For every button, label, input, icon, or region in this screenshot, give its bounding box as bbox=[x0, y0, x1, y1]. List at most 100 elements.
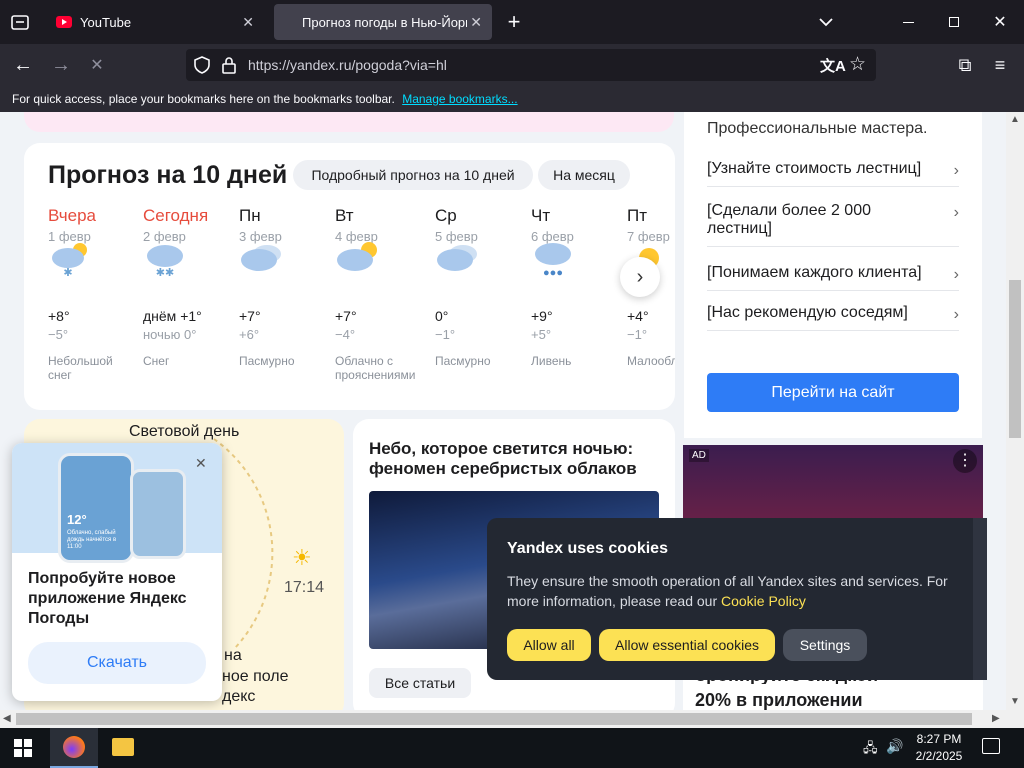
phone-mockup-back bbox=[130, 469, 186, 559]
allow-all-button[interactable]: Allow all bbox=[507, 629, 591, 661]
tab-overview-icon[interactable] bbox=[10, 12, 30, 32]
lock-icon[interactable] bbox=[222, 56, 236, 77]
close-icon[interactable]: ✕ bbox=[195, 455, 207, 472]
url-bar[interactable]: https://yandex.ru/pogoda?via=hl 文A ☆ bbox=[186, 49, 876, 81]
ad-link[interactable]: [Понимаем каждого клиента] › bbox=[707, 256, 959, 291]
horizontal-scrollbar[interactable]: ◀ ▶ bbox=[0, 710, 1024, 728]
close-window-icon[interactable]: ✕ bbox=[990, 12, 1010, 32]
tab-youtube[interactable]: YouTube ✕ bbox=[44, 4, 264, 40]
cookie-scrollbar[interactable] bbox=[973, 518, 987, 680]
day-condition: Малооблачно bbox=[627, 354, 675, 368]
new-tab-icon[interactable]: + bbox=[504, 9, 524, 34]
back-arrow-icon[interactable]: ← bbox=[12, 54, 34, 76]
all-articles-button[interactable]: Все статьи bbox=[369, 668, 471, 698]
clock-date: 2/2/2025 bbox=[915, 749, 963, 763]
promo-text: Попробуйте новое приложение Яндекс Погод… bbox=[28, 570, 187, 627]
chevron-down-icon[interactable] bbox=[816, 12, 836, 32]
firefox-taskbar-icon[interactable] bbox=[50, 728, 98, 768]
file-explorer-icon[interactable] bbox=[112, 738, 134, 756]
day-name: Ср bbox=[435, 206, 457, 225]
svg-text:✱: ✱ bbox=[63, 267, 72, 279]
ad-link-text[interactable]: [Узнайте стоимость лестниц] bbox=[707, 160, 922, 178]
vertical-scrollbar[interactable]: ▲ ▼ bbox=[1006, 112, 1024, 710]
more-options-icon[interactable]: ⋮ bbox=[953, 449, 977, 473]
ad-link[interactable]: [Сделали более 2 000 лестниц] › bbox=[707, 194, 959, 247]
tab-weather-title: Прогноз погоды в Нью-Йорке bbox=[302, 14, 467, 30]
forecast-day[interactable]: Сегодня 2 февр ✱✱ днём +1° ночью 0° Снег bbox=[143, 206, 239, 368]
manage-bookmarks-link[interactable]: Manage bookmarks... bbox=[402, 92, 517, 106]
notifications-icon[interactable] bbox=[982, 738, 1000, 754]
day-low: −4° bbox=[335, 327, 356, 342]
tab-youtube-title: YouTube bbox=[80, 14, 132, 30]
ad-link-text[interactable]: [Сделали более 2 000 лестниц] bbox=[707, 202, 922, 238]
forecast-day[interactable]: Вчера 1 февр ✱ +8° −5° Небольшой снег bbox=[48, 206, 144, 382]
chevron-right-icon: › bbox=[953, 306, 959, 323]
day-condition: Небольшой снег bbox=[48, 354, 113, 382]
bookmark-star-icon[interactable]: ☆ bbox=[849, 53, 866, 76]
day-condition: Ливень bbox=[531, 354, 572, 368]
day-high: +4° bbox=[627, 308, 649, 324]
ad-link[interactable]: [Нас рекомендую соседям] › bbox=[707, 296, 959, 331]
forecast-day[interactable]: Ср 5 февр 0° −1° Пасмурно bbox=[435, 206, 531, 368]
partly-cloudy-icon bbox=[335, 240, 379, 280]
day-low: −1° bbox=[627, 327, 648, 342]
go-to-site-button[interactable]: Перейти на сайт bbox=[707, 373, 959, 412]
windows-start-icon[interactable] bbox=[14, 739, 32, 762]
allow-essential-button[interactable]: Allow essential cookies bbox=[599, 629, 775, 661]
chevron-right-icon: › bbox=[953, 266, 959, 283]
clock-time: 8:27 PM bbox=[916, 732, 962, 746]
extensions-icon[interactable]: ⧉ bbox=[954, 54, 976, 76]
forward-arrow-icon[interactable]: → bbox=[50, 54, 72, 76]
rain-icon: ●●● bbox=[531, 240, 575, 280]
day-name: Вт bbox=[335, 206, 354, 225]
chevron-right-icon: › bbox=[953, 204, 959, 221]
tab-bar: YouTube ✕ Прогноз погоды в Нью-Йорке ✕ +… bbox=[0, 0, 1024, 44]
next-arrow-button[interactable]: › bbox=[620, 257, 660, 297]
shield-icon[interactable] bbox=[194, 56, 210, 77]
ad-bottom-text: 20% в приложении bbox=[695, 690, 863, 710]
minimize-icon[interactable] bbox=[898, 12, 918, 32]
translate-icon[interactable]: 文A bbox=[820, 55, 846, 76]
cookie-policy-link[interactable]: Cookie Policy bbox=[721, 593, 806, 609]
forecast-day[interactable]: Пн 3 февр +7° +6° Пасмурно bbox=[239, 206, 335, 368]
scroll-down-icon[interactable]: ▼ bbox=[1010, 696, 1020, 707]
volume-icon[interactable]: 🔊 bbox=[886, 738, 903, 755]
restore-icon[interactable] bbox=[944, 12, 964, 32]
cookie-title: Yandex uses cookies bbox=[507, 540, 668, 557]
forecast-day[interactable]: Вт 4 февр +7° −4° Облачно с прояснениями bbox=[335, 206, 431, 382]
scroll-up-icon[interactable]: ▲ bbox=[1010, 114, 1020, 125]
ad-link-text[interactable]: [Нас рекомендую соседям] bbox=[707, 304, 922, 322]
day-low: +6° bbox=[239, 327, 260, 342]
clock[interactable]: 8:27 PM 2/2/2025 bbox=[910, 731, 968, 765]
h-scroll-thumb[interactable] bbox=[16, 713, 972, 725]
scroll-thumb[interactable] bbox=[1009, 280, 1021, 438]
tab-weather[interactable]: Прогноз погоды в Нью-Йорке ✕ bbox=[274, 4, 492, 40]
ad-link[interactable]: [Узнайте стоимость лестниц] › bbox=[707, 152, 959, 187]
sunset-time: 17:14 bbox=[284, 579, 325, 596]
bookmarks-toolbar: For quick access, place your bookmarks h… bbox=[0, 86, 1024, 112]
svg-text:✱✱: ✱✱ bbox=[156, 267, 174, 279]
forecast-card: Прогноз на 10 дней Подробный прогноз на … bbox=[24, 143, 675, 410]
menu-icon[interactable]: ≡ bbox=[990, 54, 1010, 76]
cookie-settings-button[interactable]: Settings bbox=[783, 629, 867, 661]
scroll-right-icon[interactable]: ▶ bbox=[992, 713, 1000, 724]
day-condition: Облачно с прояснениями bbox=[335, 354, 416, 382]
network-icon[interactable]: 🖧 bbox=[863, 739, 878, 761]
article-title[interactable]: Небо, которое светится ночью: феномен се… bbox=[369, 439, 659, 479]
app-promo: 12° Облачно, слабый дождь начнётся в 11:… bbox=[12, 443, 222, 701]
close-tab-icon[interactable]: ✕ bbox=[470, 14, 482, 31]
day-high: +9° bbox=[531, 308, 553, 324]
forecast-days: Вчера 1 февр ✱ +8° −5° Небольшой снег Сегодня 2… bbox=[24, 143, 675, 410]
scroll-left-icon[interactable]: ◀ bbox=[3, 713, 11, 724]
url-text[interactable]: https://yandex.ru/pogoda?via=hl bbox=[248, 57, 447, 73]
day-name: Вчера bbox=[48, 206, 96, 225]
stop-loading-icon[interactable]: ✕ bbox=[86, 54, 108, 76]
daylight-partial-1: на bbox=[224, 647, 242, 664]
download-button[interactable]: Скачать bbox=[28, 642, 206, 684]
day-high: +7° bbox=[335, 308, 357, 324]
cookie-body: They ensure the smooth operation of all … bbox=[507, 571, 957, 611]
ad-link-text[interactable]: [Понимаем каждого клиента] bbox=[707, 264, 922, 282]
close-tab-icon[interactable]: ✕ bbox=[242, 14, 254, 31]
phone-mockup: 12° Облачно, слабый дождь начнётся в 11:… bbox=[58, 453, 134, 563]
forecast-day[interactable]: Чт 6 февр ●●● +9° +5° Ливень bbox=[531, 206, 627, 368]
